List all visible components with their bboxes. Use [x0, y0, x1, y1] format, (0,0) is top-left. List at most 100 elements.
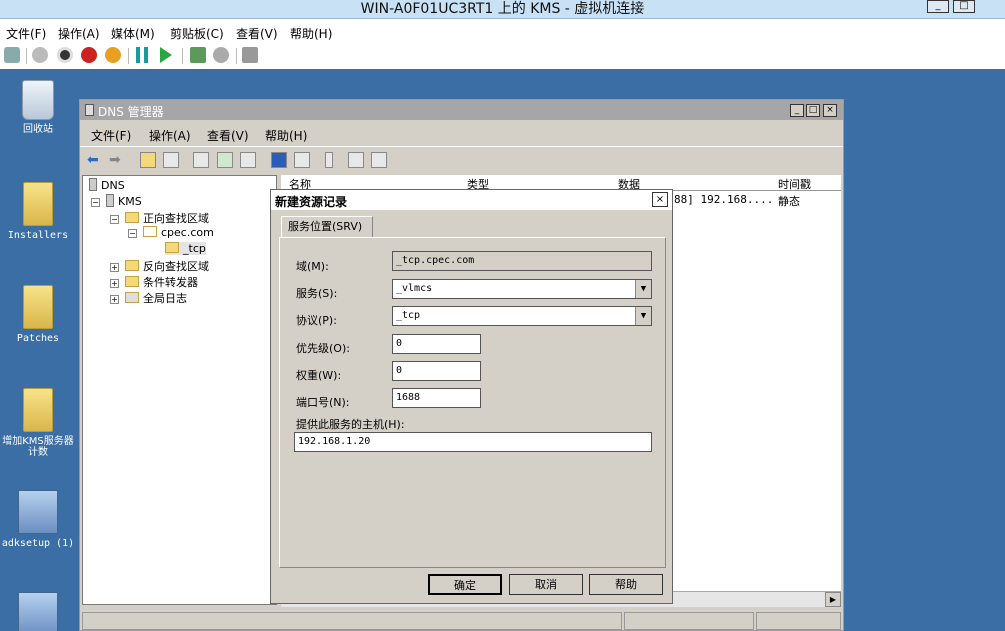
show-tree-icon[interactable] — [163, 152, 179, 168]
menu-action[interactable]: 操作(A) — [58, 25, 100, 42]
chevron-down-icon[interactable]: ▼ — [635, 307, 651, 325]
save-icon[interactable] — [105, 47, 121, 63]
log-icon — [125, 292, 139, 303]
enhanced-session-icon[interactable] — [242, 47, 258, 63]
refresh-icon[interactable] — [217, 152, 233, 168]
collapse-icon[interactable]: − — [91, 198, 100, 207]
folder-icon — [125, 260, 139, 271]
mmc-menu-help[interactable]: 帮助(H) — [265, 127, 307, 144]
pause-icon[interactable] — [136, 47, 148, 63]
weight-input[interactable]: 0 — [392, 361, 481, 381]
desktop-icon-kms-counter[interactable]: 增加KMS服务器计数 — [0, 388, 76, 458]
back-arrow-icon[interactable]: ⬅ — [87, 152, 103, 168]
menu-help[interactable]: 帮助(H) — [290, 25, 332, 42]
mmc-close-button[interactable]: × — [823, 104, 837, 117]
folder-icon — [125, 212, 139, 223]
tree-node-tcp[interactable]: _tcp — [165, 242, 206, 255]
server-icon[interactable] — [325, 152, 333, 168]
dialog-close-button[interactable]: × — [652, 192, 668, 207]
service-label: 服务(S): — [296, 287, 338, 300]
expand-icon[interactable]: + — [110, 295, 119, 304]
expand-icon[interactable]: + — [110, 263, 119, 272]
menu-view[interactable]: 查看(V) — [236, 25, 278, 42]
tree-node-reverse-zones[interactable]: + 反向查找区域 — [110, 258, 209, 274]
forward-arrow-icon[interactable]: ➡ — [109, 152, 125, 168]
desktop-icon-label: 增加KMS服务器计数 — [2, 436, 74, 458]
host-label: 提供此服务的主机(H): — [296, 418, 405, 431]
priority-input[interactable]: 0 — [392, 334, 481, 354]
resume-icon[interactable] — [160, 47, 172, 63]
mmc-maximize-button[interactable]: □ — [806, 104, 820, 117]
ctrl-alt-del-icon[interactable] — [4, 47, 20, 63]
turnoff-icon[interactable] — [57, 47, 73, 63]
tab-srv[interactable]: 服务位置(SRV) — [281, 216, 373, 238]
tree-node-forward-zones[interactable]: − 正向查找区域 — [110, 210, 209, 226]
folder-icon — [23, 388, 53, 432]
help-button[interactable]: 帮助 — [589, 574, 663, 595]
revert-icon[interactable] — [213, 47, 229, 63]
row-data[interactable]: 88] 192.168.... — [674, 193, 773, 206]
list-icon[interactable] — [348, 152, 364, 168]
dialog-title: 新建资源记录 — [275, 195, 348, 209]
scroll-right-icon[interactable]: ▶ — [825, 592, 841, 607]
tree-node-kms[interactable]: − KMS — [91, 194, 142, 208]
menu-file[interactable]: 文件(F) — [6, 25, 46, 42]
service-combobox[interactable]: _vlmcs ▼ — [392, 279, 652, 299]
desktop-icon-recycle-bin[interactable]: 回收站 — [0, 80, 76, 135]
menu-media[interactable]: 媒体(M) — [111, 25, 155, 42]
folder-icon — [23, 285, 53, 329]
up-folder-icon[interactable] — [140, 152, 156, 168]
help-icon[interactable] — [271, 152, 287, 168]
mmc-toolbar: ⬅ ➡ — [80, 146, 843, 174]
desktop-icon-adksetup[interactable]: adksetup (1) — [0, 490, 76, 549]
expand-icon[interactable]: + — [110, 279, 119, 288]
maximize-button[interactable]: □ — [953, 0, 975, 13]
port-input[interactable]: 1688 — [392, 388, 481, 408]
toolbar-separator — [26, 48, 27, 64]
records-icon[interactable] — [371, 152, 387, 168]
toolbar-separator — [182, 48, 183, 64]
priority-label: 优先级(O): — [296, 342, 350, 355]
start-icon[interactable] — [32, 47, 48, 63]
console-tree: DNS − KMS − 正向查找区域 − cpec.com _tcp + 反向查找区域 … — [82, 175, 277, 605]
tree-node-cpec-com[interactable]: − cpec.com — [128, 226, 214, 239]
collapse-icon[interactable]: − — [128, 229, 137, 238]
zone-icon — [143, 226, 157, 237]
column-timestamp[interactable]: 时间戳 — [778, 176, 811, 192]
dialog-title-bar: 新建资源记录 × — [271, 190, 672, 210]
desktop-icon-installers[interactable]: Installers — [0, 182, 76, 241]
mmc-menu-bar: 文件(F) 操作(A) 查看(V) 帮助(H) — [80, 120, 843, 146]
status-pane — [624, 612, 754, 630]
vm-window-title: WIN-A0F01UC3RT1 上的 KMS - 虚拟机连接 — [360, 1, 645, 17]
tree-node-dns[interactable]: DNS — [89, 178, 125, 192]
export-list-icon[interactable] — [240, 152, 256, 168]
mmc-menu-file[interactable]: 文件(F) — [91, 127, 131, 144]
dns-server-icon — [85, 104, 94, 116]
collapse-icon[interactable]: − — [110, 215, 119, 224]
protocol-combobox[interactable]: _tcp ▼ — [392, 306, 652, 326]
action-pane-icon[interactable] — [294, 152, 310, 168]
desktop-icon-setup-2[interactable] — [0, 592, 76, 631]
mmc-menu-view[interactable]: 查看(V) — [207, 127, 249, 144]
chevron-down-icon[interactable]: ▼ — [635, 280, 651, 298]
properties-icon[interactable] — [193, 152, 209, 168]
mmc-minimize-button[interactable]: _ — [790, 104, 804, 117]
mmc-menu-action[interactable]: 操作(A) — [149, 127, 191, 144]
vm-menu-bar: 文件(F) 操作(A) 媒体(M) 剪贴板(C) 查看(V) 帮助(H) — [0, 20, 1005, 42]
row-timestamp[interactable]: 静态 — [778, 193, 800, 209]
cancel-button[interactable]: 取消 — [509, 574, 583, 595]
protocol-value: _tcp — [396, 310, 421, 321]
weight-label: 权重(W): — [296, 369, 342, 382]
desktop-icon-patches[interactable]: Patches — [0, 285, 76, 344]
menu-clipboard[interactable]: 剪贴板(C) — [170, 25, 224, 42]
tree-node-conditional-forwarders[interactable]: + 条件转发器 — [110, 274, 198, 290]
checkpoint-icon[interactable] — [190, 47, 206, 63]
dns-icon — [89, 178, 97, 191]
minimize-button[interactable]: _ — [927, 0, 949, 13]
ok-button[interactable]: 确定 — [428, 574, 502, 595]
shutdown-icon[interactable] — [81, 47, 97, 63]
desktop-icon-label: 回收站 — [23, 124, 53, 135]
host-input[interactable]: 192.168.1.20 — [294, 432, 652, 452]
tree-node-global-logs[interactable]: + 全局日志 — [110, 290, 187, 306]
toolbar-separator — [128, 48, 129, 64]
